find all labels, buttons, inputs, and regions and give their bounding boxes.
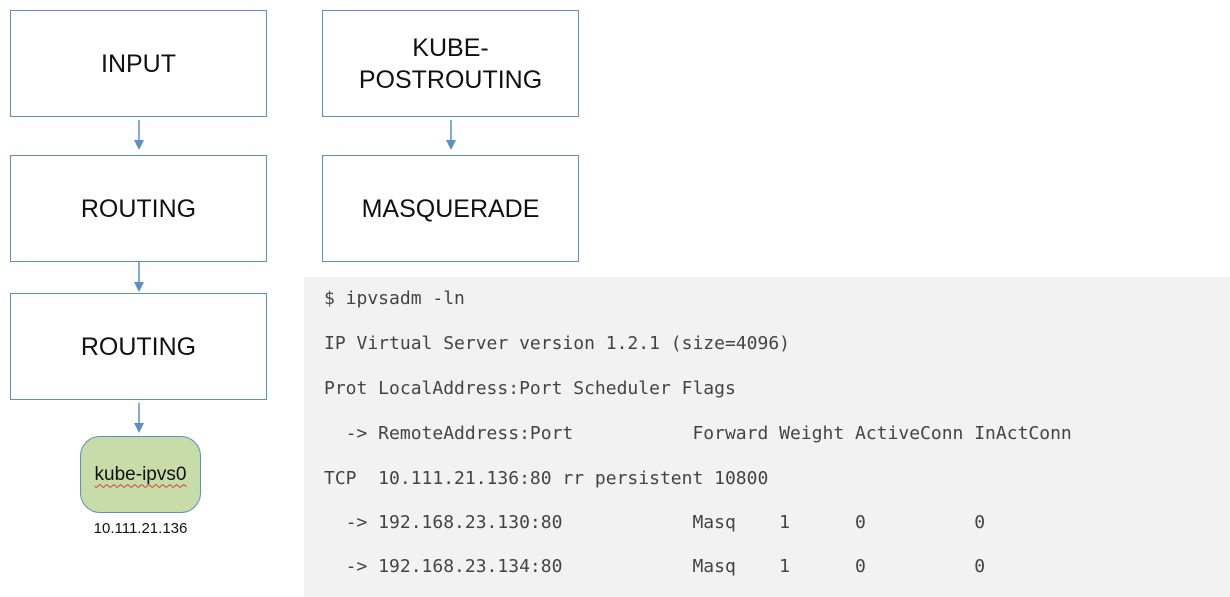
kube-ipvs0-interface: kube-ipvs0 <box>80 436 201 513</box>
routing-label-1: ROUTING <box>80 194 197 223</box>
arrow-down-icon <box>134 403 144 433</box>
kube-postrouting-box: KUBE- POSTROUTING <box>322 10 579 117</box>
terminal-line: $ ipvsadm -ln <box>324 288 465 309</box>
routing-box-1: ROUTING <box>10 155 267 262</box>
input-chain-box: INPUT <box>10 10 267 117</box>
terminal-line: IP Virtual Server version 1.2.1 (size=40… <box>324 333 790 354</box>
input-chain-label: INPUT <box>101 49 176 78</box>
arrow-down-icon <box>134 120 144 150</box>
interface-name: kube-ipvs0 <box>94 463 187 485</box>
arrow-down-icon <box>134 262 144 292</box>
terminal-line: -> RemoteAddress:Port Forward Weight Act… <box>324 423 1072 444</box>
routing-box-2: ROUTING <box>10 293 267 400</box>
kube-postrouting-label-line1: KUBE- <box>412 33 489 62</box>
terminal-output: $ ipvsadm -ln IP Virtual Server version … <box>304 277 1230 597</box>
masquerade-box: MASQUERADE <box>322 155 579 262</box>
terminal-line: TCP 10.111.21.136:80 rr persistent 10800 <box>324 468 769 489</box>
routing-label-2: ROUTING <box>80 332 197 361</box>
masquerade-label: MASQUERADE <box>361 194 540 223</box>
interface-ip: 10.111.21.136 <box>93 520 188 537</box>
arrow-down-icon <box>446 120 456 150</box>
kube-postrouting-label-line2: POSTROUTING <box>358 65 543 94</box>
terminal-line: -> 192.168.23.134:80 Masq 1 0 0 <box>324 556 986 577</box>
terminal-line: -> 192.168.23.130:80 Masq 1 0 0 <box>324 512 986 533</box>
terminal-line: Prot LocalAddress:Port Scheduler Flags <box>324 378 736 399</box>
